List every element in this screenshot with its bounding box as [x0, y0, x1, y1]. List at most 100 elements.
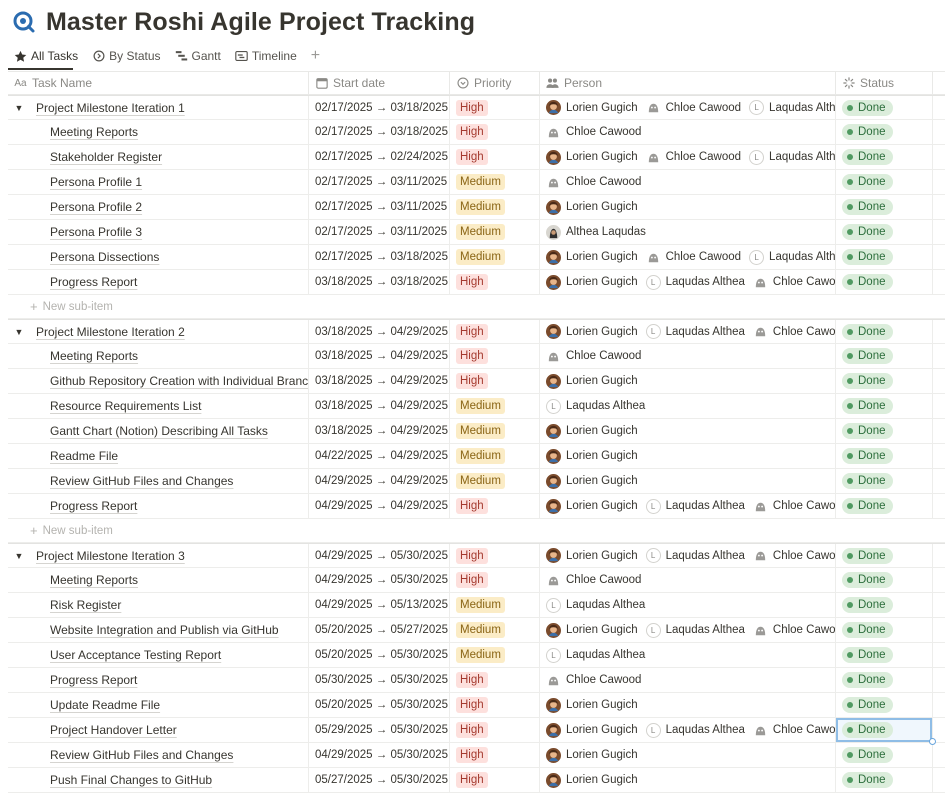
column-header-person[interactable]: Person	[540, 72, 836, 94]
add-view-button[interactable]: +	[305, 44, 326, 68]
task-name[interactable]: Meeting Reports	[50, 349, 138, 363]
collapse-toggle-icon[interactable]: ▼	[12, 103, 26, 113]
status-cell[interactable]: Done	[836, 668, 933, 692]
task-name[interactable]: Project Milestone Iteration 3	[36, 549, 185, 563]
start-date-cell[interactable]: 05/20/2025 → 05/30/2025	[309, 643, 450, 667]
priority-cell[interactable]: High	[450, 718, 540, 742]
new-sub-item-button[interactable]: + New sub-item	[8, 295, 945, 319]
start-date-cell[interactable]: 04/29/2025 → 04/29/2025	[309, 469, 450, 493]
status-cell[interactable]: Done	[836, 444, 933, 468]
collapse-toggle-icon[interactable]: ▼	[12, 551, 26, 561]
table-row-parent[interactable]: ▼ Project Milestone Iteration 3 04/29/2025…	[8, 543, 945, 568]
person-chip-lorien-gugich[interactable]: Lorien Gugich	[546, 100, 638, 115]
task-name[interactable]: Meeting Reports	[50, 573, 138, 587]
task-name[interactable]: Progress Report	[50, 275, 137, 289]
start-date-cell[interactable]: 04/22/2025 → 04/29/2025	[309, 444, 450, 468]
status-cell[interactable]: Done	[836, 643, 933, 667]
table-row[interactable]: User Acceptance Testing Report 05/20/2025…	[8, 643, 945, 668]
task-name[interactable]: Project Milestone Iteration 2	[36, 325, 185, 339]
task-name-cell[interactable]: Persona Profile 3	[8, 220, 309, 244]
start-date-cell[interactable]: 03/18/2025 → 04/29/2025	[309, 369, 450, 393]
person-cell[interactable]: Lorien Gugich L Laqudas Althea Chloe Cawood	[540, 718, 836, 742]
status-cell[interactable]: Done	[836, 320, 933, 343]
person-cell[interactable]: Lorien Gugich L Laqudas Althea Chloe Cawood	[540, 618, 836, 642]
person-chip-laqudas-althea[interactable]: L Laqudas Althea	[645, 324, 745, 339]
task-name-cell[interactable]: Persona Profile 2	[8, 195, 309, 219]
status-cell[interactable]: Done	[836, 768, 933, 792]
priority-cell[interactable]: Medium	[450, 469, 540, 493]
task-name[interactable]: Project Milestone Iteration 1	[36, 101, 185, 115]
priority-cell[interactable]: Medium	[450, 444, 540, 468]
person-cell[interactable]: Chloe Cawood	[540, 568, 836, 592]
collapse-toggle-icon[interactable]: ▼	[12, 327, 26, 337]
person-chip-lorien-gugich[interactable]: Lorien Gugich	[546, 722, 638, 738]
person-chip-lorien-gugich[interactable]: Lorien Gugich	[546, 622, 638, 638]
person-chip-lorien-gugich[interactable]: Lorien Gugich	[546, 473, 638, 489]
task-name[interactable]: Persona Profile 2	[50, 200, 142, 214]
task-name-cell[interactable]: Risk Register	[8, 593, 309, 617]
priority-cell[interactable]: High	[450, 544, 540, 567]
person-cell[interactable]: L Laqudas Althea	[540, 643, 836, 667]
person-chip-laqudas-althea[interactable]: L Laqudas Althea	[546, 597, 645, 613]
person-chip-chloe-cawood[interactable]: Chloe Cawood	[546, 573, 641, 588]
priority-cell[interactable]: High	[450, 145, 540, 169]
status-cell[interactable]: Done	[836, 170, 933, 194]
selection-fill-handle[interactable]	[929, 738, 936, 745]
person-chip-laqudas-althea[interactable]: L Laqudas Althea	[645, 548, 745, 563]
person-cell[interactable]: Lorien Gugich	[540, 195, 836, 219]
task-name-cell[interactable]: Stakeholder Register	[8, 145, 309, 169]
status-cell[interactable]: Done	[836, 693, 933, 717]
task-name-cell[interactable]: Github Repository Creation with Individu…	[8, 369, 309, 393]
person-cell[interactable]: Chloe Cawood	[540, 120, 836, 144]
priority-cell[interactable]: Medium	[450, 195, 540, 219]
tab-timeline[interactable]: Timeline	[229, 44, 303, 68]
start-date-cell[interactable]: 03/18/2025 → 04/29/2025	[309, 419, 450, 443]
priority-cell[interactable]: High	[450, 494, 540, 518]
task-name[interactable]: Website Integration and Publish via GitH…	[50, 623, 279, 637]
status-cell[interactable]: Done	[836, 419, 933, 443]
person-cell[interactable]: Lorien Gugich	[540, 419, 836, 443]
status-cell[interactable]: Done	[836, 145, 933, 169]
start-date-cell[interactable]: 04/29/2025 → 04/29/2025	[309, 494, 450, 518]
start-date-cell[interactable]: 04/29/2025 → 05/13/2025	[309, 593, 450, 617]
person-chip-laqudas-althea[interactable]: L Laqudas Althea	[645, 274, 745, 290]
priority-cell[interactable]: High	[450, 120, 540, 144]
status-cell[interactable]: Done	[836, 544, 933, 567]
person-cell[interactable]: L Laqudas Althea	[540, 394, 836, 418]
person-chip-laqudas-althea[interactable]: L Laqudas Althea	[749, 149, 835, 165]
start-date-cell[interactable]: 03/18/2025 → 03/18/2025	[309, 270, 450, 294]
tab-all-tasks[interactable]: All Tasks	[8, 44, 84, 68]
person-cell[interactable]: Chloe Cawood	[540, 344, 836, 368]
person-chip-lorien-gugich[interactable]: Lorien Gugich	[546, 747, 638, 763]
start-date-cell[interactable]: 03/18/2025 → 04/29/2025	[309, 320, 450, 343]
person-chip-althea-laqudas[interactable]: Althea Laqudas	[546, 224, 646, 240]
task-name[interactable]: Persona Dissections	[50, 250, 159, 264]
task-name[interactable]: User Acceptance Testing Report	[50, 648, 221, 662]
task-name-cell[interactable]: Review GitHub Files and Changes	[8, 469, 309, 493]
priority-cell[interactable]: High	[450, 270, 540, 294]
person-cell[interactable]: Lorien Gugich	[540, 469, 836, 493]
table-row[interactable]: Persona Dissections 02/17/2025 → 03/18/20…	[8, 245, 945, 270]
task-name[interactable]: Progress Report	[50, 673, 137, 687]
task-name[interactable]: Review GitHub Files and Changes	[50, 748, 233, 762]
column-header-priority[interactable]: Priority	[450, 72, 540, 94]
table-row[interactable]: Resource Requirements List 03/18/2025 → 0…	[8, 394, 945, 419]
task-name[interactable]: Github Repository Creation with Individu…	[50, 374, 308, 388]
status-cell[interactable]: Done	[836, 394, 933, 418]
person-cell[interactable]: Lorien Gugich L Laqudas Althea Chloe Cawood	[540, 494, 836, 518]
task-name[interactable]: Push Final Changes to GitHub	[50, 773, 212, 787]
table-row[interactable]: Review GitHub Files and Changes 04/29/202…	[8, 743, 945, 768]
task-name-cell[interactable]: Meeting Reports	[8, 568, 309, 592]
person-chip-lorien-gugich[interactable]: Lorien Gugich	[546, 423, 638, 439]
status-cell[interactable]: Done	[836, 96, 933, 119]
person-cell[interactable]: Lorien Gugich Chloe Cawood L Laqudas Althea	[540, 245, 836, 269]
table-row[interactable]: Progress Report 04/29/2025 → 04/29/2025 Hi…	[8, 494, 945, 519]
priority-cell[interactable]: Medium	[450, 170, 540, 194]
priority-cell[interactable]: Medium	[450, 593, 540, 617]
task-name-cell[interactable]: Readme File	[8, 444, 309, 468]
person-chip-laqudas-althea[interactable]: L Laqudas Althea	[749, 100, 835, 115]
person-cell[interactable]: Lorien Gugich L Laqudas Althea Chloe Cawood	[540, 320, 836, 343]
start-date-cell[interactable]: 05/20/2025 → 05/27/2025	[309, 618, 450, 642]
task-name-cell[interactable]: Push Final Changes to GitHub	[8, 768, 309, 792]
person-chip-chloe-cawood[interactable]: Chloe Cawood	[753, 499, 835, 514]
